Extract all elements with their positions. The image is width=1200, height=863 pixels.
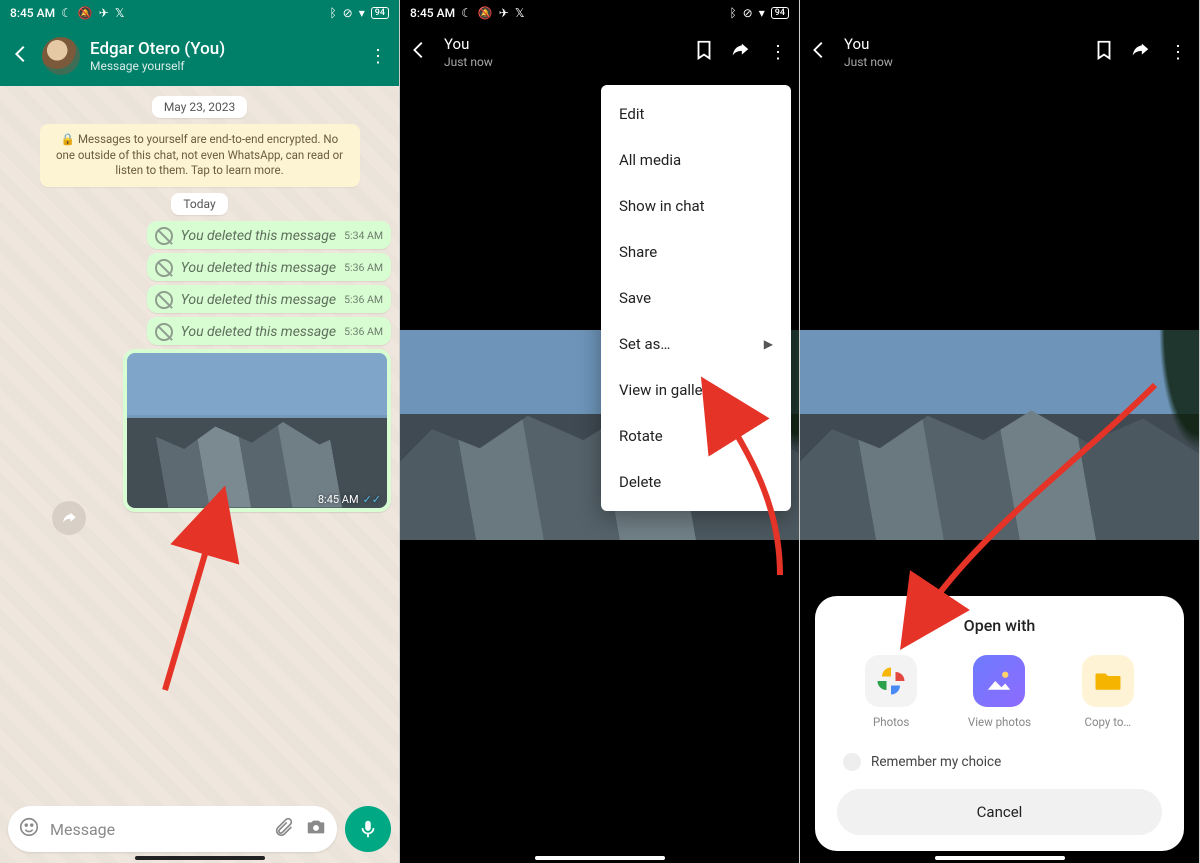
mic-button[interactable] bbox=[345, 806, 391, 852]
menu-item-delete[interactable]: Delete bbox=[601, 459, 791, 505]
bookmark-icon[interactable] bbox=[693, 39, 715, 65]
deleted-message[interactable]: You deleted this message 5:36 AM bbox=[147, 285, 391, 313]
chat-header: Edgar Otero (You) Message yourself ⋮ bbox=[0, 26, 399, 86]
viewer-title: You bbox=[844, 35, 893, 53]
status-bar: 8:45 AM ☾ 🔕 ✈ 𝕏 ᛒ ⊘ ▾ 94 bbox=[400, 0, 799, 26]
chat-subtitle: Message yourself bbox=[90, 59, 357, 73]
camera-icon[interactable] bbox=[305, 816, 327, 842]
app-option-copy-to[interactable]: Copy to… bbox=[1063, 655, 1153, 729]
home-indicator bbox=[535, 856, 665, 860]
forward-button[interactable] bbox=[52, 501, 86, 535]
avatar[interactable] bbox=[42, 37, 80, 75]
image-time: 8:45 AM bbox=[318, 493, 359, 506]
more-menu-icon[interactable]: ⋮ bbox=[1165, 42, 1191, 63]
share-icon[interactable] bbox=[1129, 39, 1151, 65]
deleted-message[interactable]: You deleted this message 5:36 AM bbox=[147, 317, 391, 345]
menu-item-set-as[interactable]: Set as…▶ bbox=[601, 321, 791, 367]
gallery-icon bbox=[973, 655, 1025, 707]
today-separator: Today bbox=[171, 193, 227, 215]
screen-whatsapp-chat: 8:45 AM ☾ 🔕 ✈ 𝕏 ᛒ ⊘ ▾ 94 Edgar Otero (Yo… bbox=[0, 0, 400, 863]
bell-off-icon: 🔕 bbox=[78, 6, 93, 20]
battery-indicator: 94 bbox=[371, 7, 389, 19]
clock: 8:45 AM bbox=[10, 6, 55, 20]
more-menu-icon[interactable]: ⋮ bbox=[367, 46, 389, 67]
moon-icon: ☾ bbox=[61, 6, 72, 20]
message-field[interactable]: Message bbox=[8, 806, 337, 852]
x-icon: 𝕏 bbox=[515, 6, 525, 20]
screen-open-with-sheet: You Just now ⋮ Open with bbox=[800, 0, 1200, 863]
viewer-subtitle: Just now bbox=[844, 55, 893, 69]
menu-item-edit[interactable]: Edit bbox=[601, 91, 791, 137]
image-thumbnail bbox=[127, 353, 387, 508]
status-bar: 8:45 AM ☾ 🔕 ✈ 𝕏 ᛒ ⊘ ▾ 94 bbox=[0, 0, 399, 26]
viewer-header: You Just now ⋮ bbox=[400, 26, 799, 78]
chat-title-box[interactable]: Edgar Otero (You) Message yourself bbox=[90, 39, 357, 73]
more-menu-icon[interactable]: ⋮ bbox=[765, 42, 791, 63]
app-option-photos[interactable]: Photos bbox=[846, 655, 936, 729]
menu-item-view-in-gallery[interactable]: View in gallery bbox=[601, 367, 791, 413]
x-icon: 𝕏 bbox=[115, 6, 125, 20]
clock: 8:45 AM bbox=[410, 6, 455, 20]
back-arrow-icon[interactable] bbox=[808, 39, 830, 65]
wifi-icon: ▾ bbox=[759, 6, 765, 20]
no-sim-icon: ⊘ bbox=[743, 6, 753, 20]
bell-off-icon: 🔕 bbox=[478, 6, 493, 20]
home-indicator bbox=[935, 856, 1065, 860]
encryption-notice[interactable]: 🔒 Messages to yourself are end-to-end en… bbox=[40, 124, 360, 187]
chat-title: Edgar Otero (You) bbox=[90, 39, 357, 59]
google-photos-icon bbox=[865, 655, 917, 707]
context-menu: Edit All media Show in chat Share Save S… bbox=[601, 85, 791, 511]
share-icon[interactable] bbox=[729, 39, 751, 65]
attach-icon[interactable] bbox=[273, 816, 295, 842]
open-with-sheet: Open with Photos View photos bbox=[815, 596, 1184, 851]
back-arrow-icon[interactable] bbox=[408, 39, 430, 65]
menu-item-show-in-chat[interactable]: Show in chat bbox=[601, 183, 791, 229]
menu-item-all-media[interactable]: All media bbox=[601, 137, 791, 183]
no-sim-icon: ⊘ bbox=[343, 6, 353, 20]
bookmark-icon[interactable] bbox=[1093, 39, 1115, 65]
menu-item-save[interactable]: Save bbox=[601, 275, 791, 321]
message-placeholder: Message bbox=[50, 820, 263, 839]
message-input-bar: Message bbox=[8, 805, 391, 853]
date-separator: May 23, 2023 bbox=[152, 96, 247, 118]
chevron-right-icon: ▶ bbox=[764, 337, 773, 351]
back-arrow-icon[interactable] bbox=[10, 43, 32, 69]
chat-area: May 23, 2023 🔒 Messages to yourself are … bbox=[0, 86, 399, 863]
telegram-icon: ✈ bbox=[99, 6, 109, 20]
radio-icon bbox=[843, 753, 861, 771]
sheet-title: Open with bbox=[837, 616, 1162, 635]
screen-media-viewer-menu: 8:45 AM ☾ 🔕 ✈ 𝕏 ᛒ ⊘ ▾ 94 You Just now ⋮ bbox=[400, 0, 800, 863]
full-image[interactable] bbox=[800, 330, 1199, 540]
deleted-icon bbox=[155, 259, 173, 277]
home-indicator bbox=[135, 856, 265, 860]
deleted-message[interactable]: You deleted this message 5:36 AM bbox=[147, 253, 391, 281]
image-message[interactable]: 8:45 AM ✓✓ bbox=[123, 349, 391, 512]
viewer-title: You bbox=[444, 35, 493, 53]
bluetooth-icon: ᛒ bbox=[729, 6, 736, 20]
viewer-subtitle: Just now bbox=[444, 55, 493, 69]
read-ticks-icon: ✓✓ bbox=[363, 493, 381, 506]
viewer-header: You Just now ⋮ bbox=[800, 26, 1199, 78]
battery-indicator: 94 bbox=[771, 7, 789, 19]
cancel-button[interactable]: Cancel bbox=[837, 789, 1162, 835]
folder-icon bbox=[1082, 655, 1134, 707]
bluetooth-icon: ᛒ bbox=[329, 6, 336, 20]
deleted-icon bbox=[155, 291, 173, 309]
emoji-icon[interactable] bbox=[18, 816, 40, 842]
menu-item-share[interactable]: Share bbox=[601, 229, 791, 275]
deleted-message[interactable]: You deleted this message 5:34 AM bbox=[147, 221, 391, 249]
moon-icon: ☾ bbox=[461, 6, 472, 20]
telegram-icon: ✈ bbox=[499, 6, 509, 20]
deleted-icon bbox=[155, 227, 173, 245]
deleted-icon bbox=[155, 323, 173, 341]
menu-item-rotate[interactable]: Rotate bbox=[601, 413, 791, 459]
app-option-view-photos[interactable]: View photos bbox=[954, 655, 1044, 729]
wifi-icon: ▾ bbox=[359, 6, 365, 20]
remember-choice-toggle[interactable]: Remember my choice bbox=[837, 753, 1162, 771]
